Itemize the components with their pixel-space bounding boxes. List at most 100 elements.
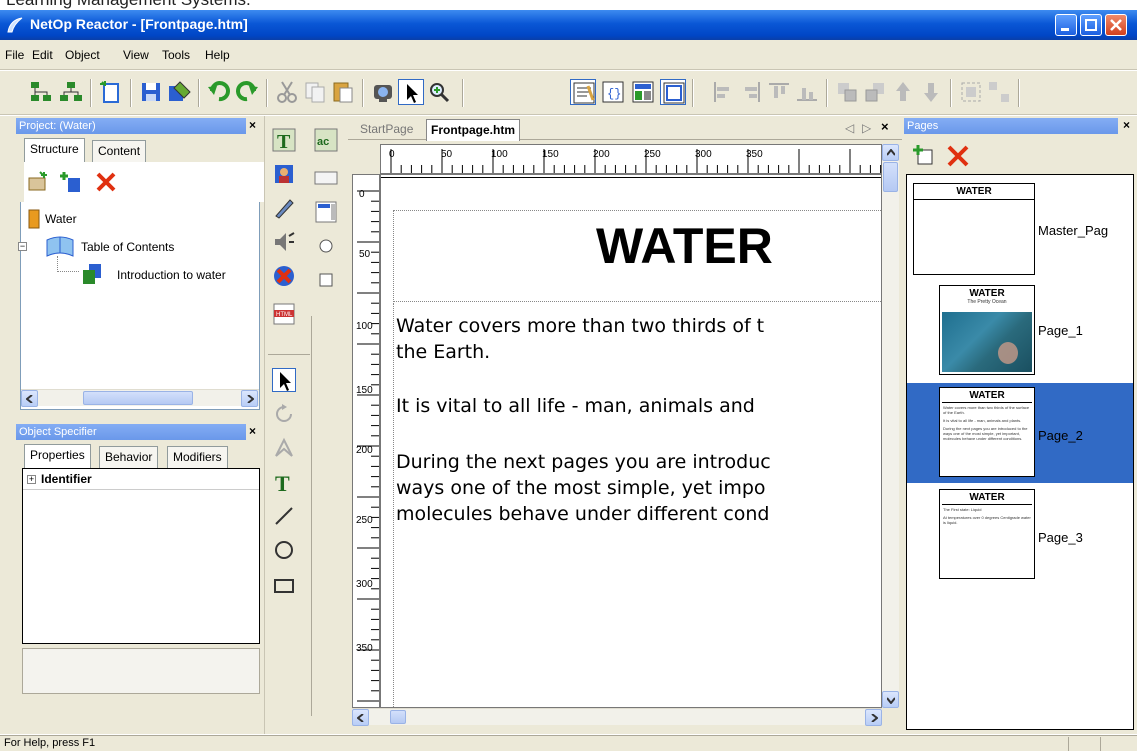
tab-modifiers[interactable]: Modifiers [167, 446, 228, 468]
page-label[interactable]: Master_Pag [1038, 223, 1108, 238]
ungroup-icon[interactable] [986, 79, 1012, 105]
scroll-thumb[interactable] [390, 710, 406, 724]
new-page-icon[interactable] [98, 79, 124, 105]
close-button[interactable] [1105, 14, 1127, 36]
identifier-label[interactable]: Identifier [41, 472, 92, 486]
project-close-icon[interactable]: × [249, 118, 256, 132]
delete-page-icon[interactable] [946, 144, 970, 168]
page-label[interactable]: Page_3 [1038, 530, 1083, 545]
scroll-up-icon[interactable] [882, 144, 899, 161]
tree-root[interactable]: Water [45, 212, 77, 226]
structure-icon[interactable] [28, 79, 54, 105]
tab-frontpage[interactable]: Frontpage.htm [426, 119, 520, 141]
tab-structure[interactable]: Structure [24, 138, 85, 162]
line-tool-icon[interactable] [272, 504, 296, 528]
tree-child[interactable]: Introduction to water [117, 268, 226, 282]
ellipse-tool-icon[interactable] [272, 538, 296, 562]
rotate-tool-icon[interactable] [272, 402, 296, 426]
editor-close-icon[interactable]: × [881, 119, 889, 134]
page-label[interactable]: Page_2 [1038, 428, 1083, 443]
zoom-icon[interactable] [426, 79, 452, 105]
menu-view[interactable]: View [123, 48, 149, 62]
expand-icon[interactable]: + [27, 475, 36, 484]
text-object-icon[interactable]: T [272, 128, 296, 153]
menu-edit[interactable]: Edit [32, 48, 53, 62]
project-hscrollbar[interactable] [21, 389, 259, 407]
heading-frame[interactable]: WATER [393, 210, 881, 302]
new-folder-icon[interactable] [26, 170, 50, 194]
frame-view-icon[interactable] [660, 79, 686, 105]
page-thumbnail[interactable]: WATER [913, 183, 1035, 275]
pages-close-icon[interactable]: × [1123, 118, 1130, 132]
send-back-icon[interactable] [862, 79, 888, 105]
copy-icon[interactable] [302, 79, 328, 105]
reshape-tool-icon[interactable] [272, 436, 296, 460]
scroll-left-icon[interactable] [21, 390, 38, 407]
rectangle-tool-icon[interactable] [272, 574, 296, 598]
add-page-icon[interactable] [912, 144, 936, 168]
specifier-close-icon[interactable]: × [249, 424, 256, 438]
add-page-icon[interactable] [60, 170, 84, 194]
tab-properties[interactable]: Properties [24, 444, 91, 468]
text-tool-icon[interactable]: T [272, 470, 296, 496]
tree-toc[interactable]: Table of Contents [81, 240, 174, 254]
tab-behavior[interactable]: Behavior [99, 446, 159, 468]
tab-content[interactable]: Content [92, 140, 147, 162]
sound-object-icon[interactable] [272, 230, 296, 254]
scroll-left-icon[interactable] [352, 709, 369, 726]
checkbox-icon[interactable] [314, 268, 338, 292]
pen-object-icon[interactable] [272, 196, 296, 220]
listbox-icon[interactable] [314, 200, 338, 224]
edit-field-icon[interactable] [314, 166, 338, 190]
align-left-icon[interactable] [710, 79, 736, 105]
redo-icon[interactable] [234, 79, 260, 105]
page-canvas[interactable]: WATER Water covers more than two thirds … [380, 174, 882, 708]
layout-view-icon[interactable] [630, 79, 656, 105]
page-thumbnail[interactable]: WATER Water covers more than two thirds … [939, 387, 1035, 477]
preview-icon[interactable] [370, 79, 396, 105]
undo-icon[interactable] [206, 79, 232, 105]
menu-help[interactable]: Help [205, 48, 230, 62]
bring-front-icon[interactable] [834, 79, 860, 105]
scroll-right-icon[interactable] [241, 390, 258, 407]
html-object-icon[interactable]: HTML [272, 302, 296, 326]
maximize-button[interactable] [1080, 14, 1102, 36]
scroll-thumb[interactable] [83, 391, 193, 405]
menu-tools[interactable]: Tools [162, 48, 190, 62]
page-thumbnail[interactable]: WATER The Pretty Ocean [939, 285, 1035, 375]
scroll-down-icon[interactable] [882, 691, 899, 708]
save-all-icon[interactable] [166, 79, 192, 105]
collapse-icon[interactable]: − [18, 242, 27, 251]
move-down-icon[interactable] [918, 79, 944, 105]
tab-prev-icon[interactable]: ◁ [845, 121, 854, 135]
move-up-icon[interactable] [890, 79, 916, 105]
page-thumbnail[interactable]: WATER The First state: Liquid At tempera… [939, 489, 1035, 579]
minimize-button[interactable] [1055, 14, 1077, 36]
paste-icon[interactable] [330, 79, 356, 105]
tab-startpage[interactable]: StartPage [360, 122, 413, 136]
scroll-thumb[interactable] [883, 162, 898, 192]
spellcheck-object-icon[interactable]: ac [314, 128, 338, 152]
code-view-icon[interactable]: {} [600, 79, 626, 105]
delete-icon[interactable] [94, 170, 118, 194]
body-text-frame[interactable]: Water covers more than two thirds of t t… [393, 303, 881, 707]
align-right-icon[interactable] [738, 79, 764, 105]
group-icon[interactable] [958, 79, 984, 105]
cut-icon[interactable] [274, 79, 300, 105]
network-icon[interactable] [58, 79, 84, 105]
tab-next-icon[interactable]: ▷ [862, 121, 871, 135]
editor-hscrollbar[interactable] [352, 708, 882, 726]
activex-object-icon[interactable] [272, 264, 296, 288]
page-label[interactable]: Page_1 [1038, 323, 1083, 338]
scroll-right-icon[interactable] [865, 709, 882, 726]
select-arrow-icon[interactable] [398, 79, 424, 105]
menu-file[interactable]: File [5, 48, 24, 62]
align-top-icon[interactable] [766, 79, 792, 105]
save-icon[interactable] [138, 79, 164, 105]
picture-object-icon[interactable] [272, 162, 296, 186]
editor-vscrollbar[interactable] [882, 144, 899, 708]
align-bottom-icon[interactable] [794, 79, 820, 105]
pointer-tool-icon[interactable] [272, 368, 296, 392]
radio-button-icon[interactable] [314, 234, 338, 258]
menu-object[interactable]: Object [65, 48, 100, 62]
